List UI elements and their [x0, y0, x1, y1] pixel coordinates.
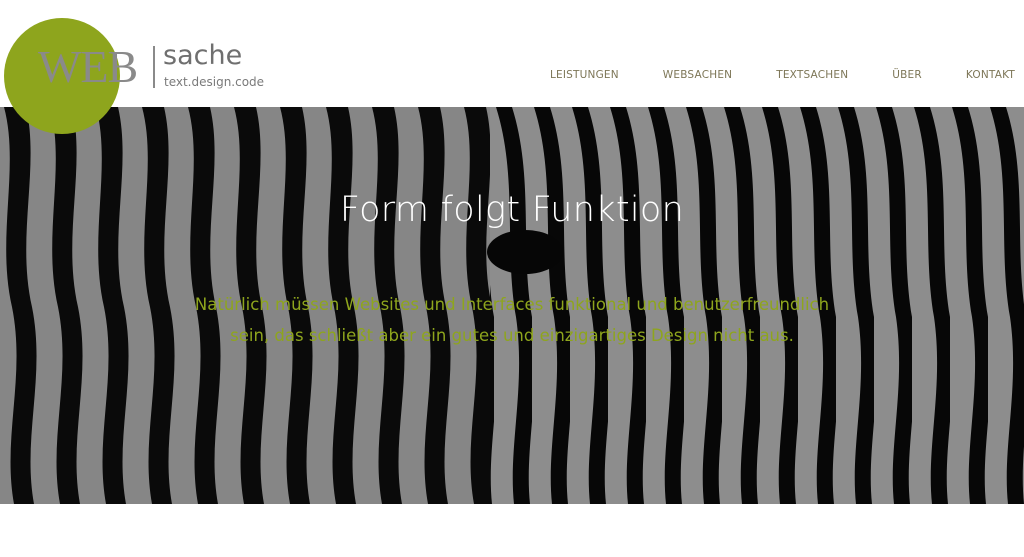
- hero-section: Form folgt Funktion Natürlich müssen Web…: [0, 107, 1024, 504]
- nav-item-leistungen[interactable]: LEISTUNGEN: [550, 69, 619, 81]
- nav-item-textsachen[interactable]: TEXTSACHEN: [776, 69, 848, 81]
- hero-text: Natürlich müssen Websites und Interfaces…: [194, 295, 830, 345]
- nav-item-websachen[interactable]: WEBSACHEN: [663, 69, 732, 81]
- hero-title: Form folgt Funktion: [339, 190, 685, 230]
- site-header: WEB sache text.design.code LEISTUNGEN WE…: [0, 0, 1024, 134]
- main-navigation: LEISTUNGEN WEBSACHEN TEXTSACHEN ÜBER KON…: [506, 69, 1015, 81]
- logo-web-mark[interactable]: WEB: [38, 44, 138, 90]
- nav-item-ueber[interactable]: ÜBER: [892, 69, 922, 81]
- logo-tagline: text.design.code: [164, 75, 265, 89]
- nav-item-kontakt[interactable]: KONTAKT: [966, 69, 1015, 81]
- logo-name[interactable]: sache: [163, 42, 242, 69]
- logo-divider: [153, 46, 155, 88]
